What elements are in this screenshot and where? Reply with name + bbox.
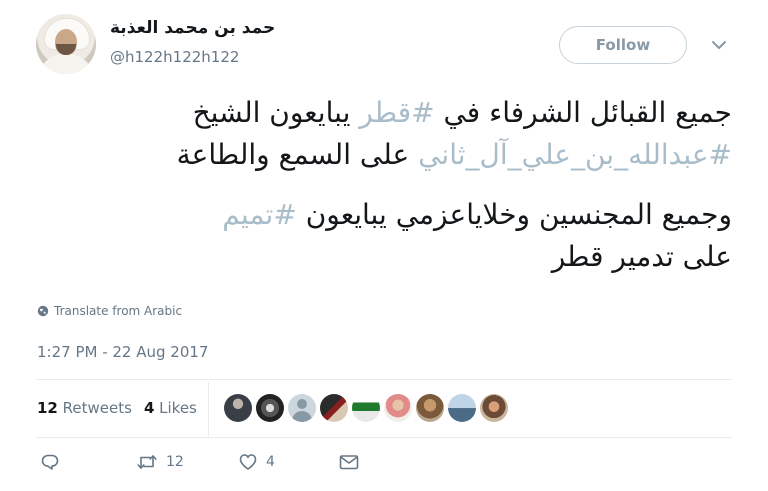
retweets-label: Retweets: [62, 399, 132, 417]
tweet-line: جميع القبائل الشرفاء في #قطر يبايعون الش…: [36, 92, 732, 134]
display-name[interactable]: حمد بن محمد العذبة: [110, 18, 275, 38]
liker-avatar[interactable]: [224, 394, 252, 422]
liker-avatar[interactable]: [320, 394, 348, 422]
liker-avatar[interactable]: [256, 394, 284, 422]
likes-stat[interactable]: 4 Likes: [144, 399, 197, 417]
reply-icon: [41, 454, 59, 470]
likes-label: Likes: [159, 399, 197, 417]
hashtag-link[interactable]: #تميم: [222, 198, 297, 231]
screen-name[interactable]: @h122h122h122: [110, 48, 239, 66]
likes-count: 4: [143, 399, 155, 417]
translate-label: Translate from Arabic: [54, 304, 183, 318]
tweet-stats: 12 Retweets 4 Likes: [37, 399, 197, 417]
globe-icon: [37, 305, 49, 317]
tweet-text-segment: جميع القبائل الشرفاء في: [434, 96, 732, 129]
divider: [36, 379, 732, 380]
liker-avatar[interactable]: [288, 394, 316, 422]
envelope-icon: [339, 455, 359, 470]
avatar-robe-shape: [38, 54, 94, 74]
tweet-text-segment: وجميع المجنسين وخلاياعزمي يبايعون: [296, 198, 732, 231]
tweet-actions: 12 4: [36, 452, 436, 480]
likers-avatars: [224, 394, 508, 422]
like-count: 4: [266, 454, 275, 470]
tweet-line: وجميع المجنسين وخلاياعزمي يبايعون #تميم: [36, 194, 732, 236]
hashtag-link[interactable]: #قطر: [359, 96, 434, 129]
divider: [36, 437, 732, 438]
tweet-text-segment: على السمع والطاعة: [176, 138, 419, 171]
retweets-count: 12: [37, 399, 58, 417]
avatar[interactable]: [36, 14, 96, 74]
liker-avatar[interactable]: [480, 394, 508, 422]
chevron-down-icon[interactable]: [708, 34, 730, 56]
direct-message-button[interactable]: [338, 452, 360, 472]
retweet-icon: [137, 455, 157, 469]
tweet-text: جميع القبائل الشرفاء في #قطر يبايعون الش…: [36, 92, 732, 278]
tweet-text-segment: على تدمير قطر: [551, 240, 732, 273]
timestamp[interactable]: 1:27 PM - 22 Aug 2017: [37, 343, 208, 361]
heart-icon: [239, 454, 257, 470]
liker-avatar[interactable]: [448, 394, 476, 422]
retweet-count: 12: [166, 454, 184, 470]
tweet-text-segment: يبايعون الشيخ: [192, 96, 360, 129]
tweet-card: حمد بن محمد العذبة @h122h122h122 Follow …: [0, 0, 768, 491]
stats-separator: [208, 382, 209, 436]
tweet-line: #عبدالله_بن_علي_آل_ثاني على السمع والطاع…: [36, 134, 732, 176]
tweet-line: على تدمير قطر: [36, 236, 732, 278]
retweet-button[interactable]: 12: [136, 452, 184, 472]
hashtag-link[interactable]: #عبدالله_بن_علي_آل_ثاني: [418, 138, 732, 171]
retweets-stat[interactable]: 12 Retweets: [37, 399, 132, 417]
like-button[interactable]: 4: [238, 452, 275, 472]
liker-avatar[interactable]: [416, 394, 444, 422]
liker-avatar[interactable]: [384, 394, 412, 422]
translate-link[interactable]: Translate from Arabic: [37, 304, 182, 318]
follow-button[interactable]: Follow: [559, 26, 687, 64]
liker-avatar[interactable]: [352, 394, 380, 422]
reply-button[interactable]: [40, 452, 60, 472]
